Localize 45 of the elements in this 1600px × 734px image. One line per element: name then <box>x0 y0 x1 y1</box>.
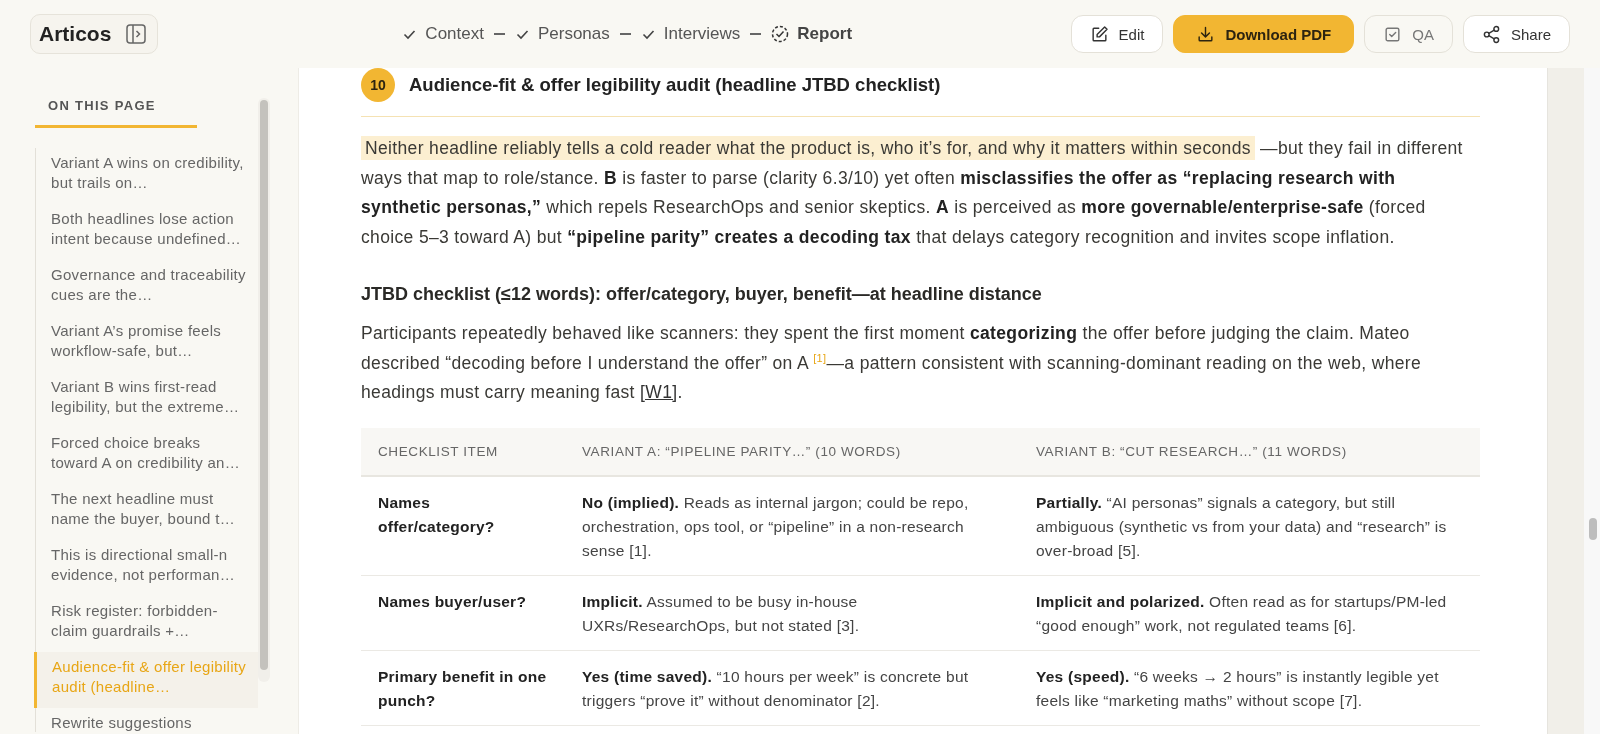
subheading: JTBD checklist (≤12 words): offer/category, buyer, benefit—at headline distance <box>361 284 1043 305</box>
column-header: CHECKLIST ITEM <box>361 427 565 476</box>
toc-item[interactable]: The next headline must name the buyer, bound t… <box>36 484 258 540</box>
toc-item[interactable]: Variant B wins first-read legibility, but the extreme… <box>36 372 258 428</box>
download-button[interactable]: Download PDF <box>1173 15 1355 53</box>
step-link[interactable]: Report <box>771 24 853 44</box>
scrollbar[interactable] <box>1584 68 1600 734</box>
table-cell: Implicit and polarized. Often read as for startups/PM-led “good enough” work, not regulated teams [6]. <box>1019 575 1480 650</box>
step-link[interactable]: Personas <box>514 24 610 44</box>
toc-item[interactable]: Forced choice breaks toward A on credibility an… <box>36 428 258 484</box>
table-cell: Partially. “AI personas” signals a category, but still ambiguous (synthetic vs from your data) and “research” is over-broad [5]. <box>1019 475 1480 575</box>
pencil-square-icon <box>1089 24 1109 44</box>
table-cell: Implicit. Assumed to be busy in-house UXRs/ResearchOps, but not stated [3]. <box>565 575 1019 650</box>
toc-item[interactable]: Risk register: forbidden-claim guardrails +… <box>36 596 258 652</box>
table-cell: Yes (time saved). “10 hours per week” is concrete but triggers “prove it” without denominator [2]. <box>565 650 1019 725</box>
table-cell: Yes (speed). “6 weeks → 2 hours” is instantly legible yet feels like “marketing maths” without scope [7]. <box>1019 650 1480 725</box>
sidebar-heading: ON THIS PAGE <box>35 98 197 128</box>
body-paragraph: Participants repeatedly behaved like scanners: they spent the first moment categorizing the offer before judging the claim. Mateo described “decoding before I understand the offer” on A $^{[1]}$—a pattern consistent with scanning-dominant reading on the web, where headings must carry meaning fast [W1]. <box>361 322 1423 404</box>
sidebar-toggle-icon[interactable] <box>125 23 148 45</box>
edit-button[interactable]: Edit <box>1070 15 1164 53</box>
table-cell: No (implied). Reads as internal jargon; could be repo, orchestration, ops tool, or “pipeline” in a non-research sense [1]. <box>565 475 1019 575</box>
citation-link[interactable]: [W1] <box>640 382 678 402</box>
toc-item[interactable]: Governance and traceability cues are the… <box>36 260 258 316</box>
app-logo: Articos <box>39 22 112 46</box>
summary-paragraph: Neither headline reliably tells a cold reader what the product is, who it’s for, and why it matters within seconds —but they fail in different ways that map to role/stance. B is faster to parse (clarity 6.3/10) yet often misclassifies the offer as “replacing research with synthetic personas,” which repels ResearchOps and senior skeptics. A is perceived as more governable/enterprise-safe (forced choice 5–3 toward A) but “pipeline parity” creates a decoding tax that delays category recognition and invites scope inflation. <box>361 135 1464 249</box>
step-link[interactable]: Interviews <box>640 24 741 44</box>
column-header: VARIANT A: “PIPELINE PARITY…” (10 WORDS) <box>565 427 1019 476</box>
table-cell: Names offer/category? <box>361 475 565 575</box>
toc-item[interactable]: Both headlines lose action intent because undefined… <box>36 204 258 260</box>
checkbox-icon <box>1383 24 1403 44</box>
download-icon <box>1196 24 1216 44</box>
toc-item[interactable]: Variant A’s promise feels workflow-safe, but… <box>36 316 258 372</box>
share-icon <box>1481 24 1501 44</box>
step-link[interactable]: Context <box>402 24 484 44</box>
toc-item[interactable]: Variant A wins on credibility, but trails on… <box>36 148 258 204</box>
toc-item[interactable]: Rewrite suggestions <box>36 708 258 732</box>
table-cell: Primary benefit in one punch? <box>361 650 565 725</box>
toc-item[interactable]: This is directional small-n evidence, not performan… <box>36 540 258 596</box>
section-title: Audience-fit & offer legibility audit (headline JTBD checklist) <box>409 74 941 96</box>
progress-check-icon <box>771 25 790 43</box>
share-button[interactable]: Share <box>1462 15 1570 53</box>
scrollbar[interactable] <box>258 98 270 682</box>
section-number-badge: 10 <box>361 68 395 102</box>
column-header: VARIANT B: “CUT RESEARCH…” (11 WORDS) <box>1019 427 1480 476</box>
table-cell: Names buyer/user? <box>361 575 565 650</box>
